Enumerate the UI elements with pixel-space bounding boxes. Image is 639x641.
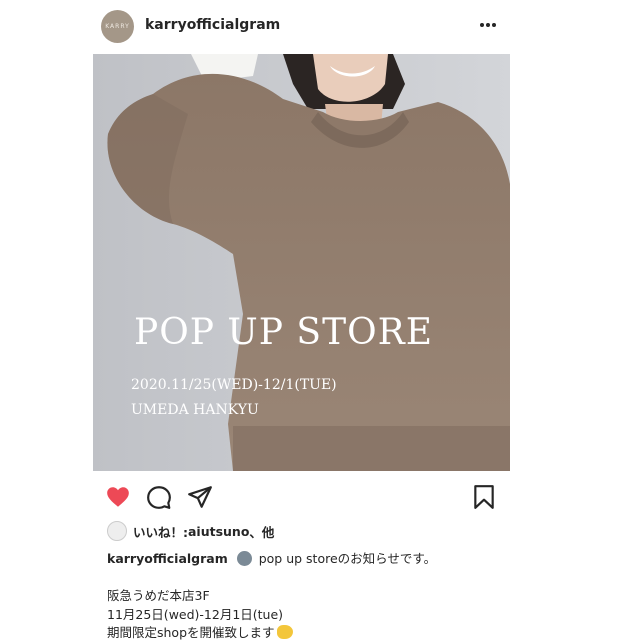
heart-icon[interactable] bbox=[105, 484, 131, 510]
caption-line: 期間限定shopを開催致します bbox=[107, 625, 275, 640]
liker-username[interactable]: aiutsuno bbox=[188, 524, 249, 539]
more-icon[interactable] bbox=[476, 15, 500, 35]
bookmark-icon[interactable] bbox=[471, 484, 497, 510]
caption-username[interactable]: karryofficialgram bbox=[107, 551, 228, 566]
caption-first-line: karryofficialgram pop up storeのお知らせです。 bbox=[107, 548, 436, 567]
caption-line: 阪急うめだ本店3F bbox=[107, 588, 210, 603]
post-location: UMEDA HANKYU bbox=[131, 402, 259, 418]
username-link[interactable]: karryofficialgram bbox=[145, 17, 280, 33]
avatar[interactable]: KARRY bbox=[101, 10, 134, 43]
share-icon[interactable] bbox=[187, 484, 213, 510]
post-dates: 2020.11/25(WED)-12/1(TUE) bbox=[131, 377, 337, 393]
post-title: POP UP STORE bbox=[134, 312, 433, 353]
post-header: KARRY karryofficialgram bbox=[0, 0, 639, 54]
caption-line-last: 期間限定shopを開催致します bbox=[107, 622, 293, 641]
caption-text: pop up storeのお知らせです。 bbox=[258, 551, 437, 566]
likes-suffix: 、他 bbox=[249, 524, 275, 540]
likes-prefix: いいね！: bbox=[133, 524, 188, 540]
post-image[interactable]: POP UP STORE 2020.11/25(WED)-12/1(TUE) U… bbox=[93, 54, 510, 471]
avatar-text: KARRY bbox=[105, 23, 130, 30]
comment-icon[interactable] bbox=[146, 484, 172, 510]
liker-avatar bbox=[107, 521, 127, 541]
likes-summary[interactable]: いいね！: aiutsuno 、他 bbox=[107, 521, 274, 541]
clapping-hands-emoji-icon bbox=[276, 625, 293, 639]
caption-line: 11月25日(wed)-12月1日(tue) bbox=[107, 607, 284, 622]
speaking-head-emoji-icon bbox=[236, 551, 252, 566]
post-actions bbox=[93, 480, 510, 514]
